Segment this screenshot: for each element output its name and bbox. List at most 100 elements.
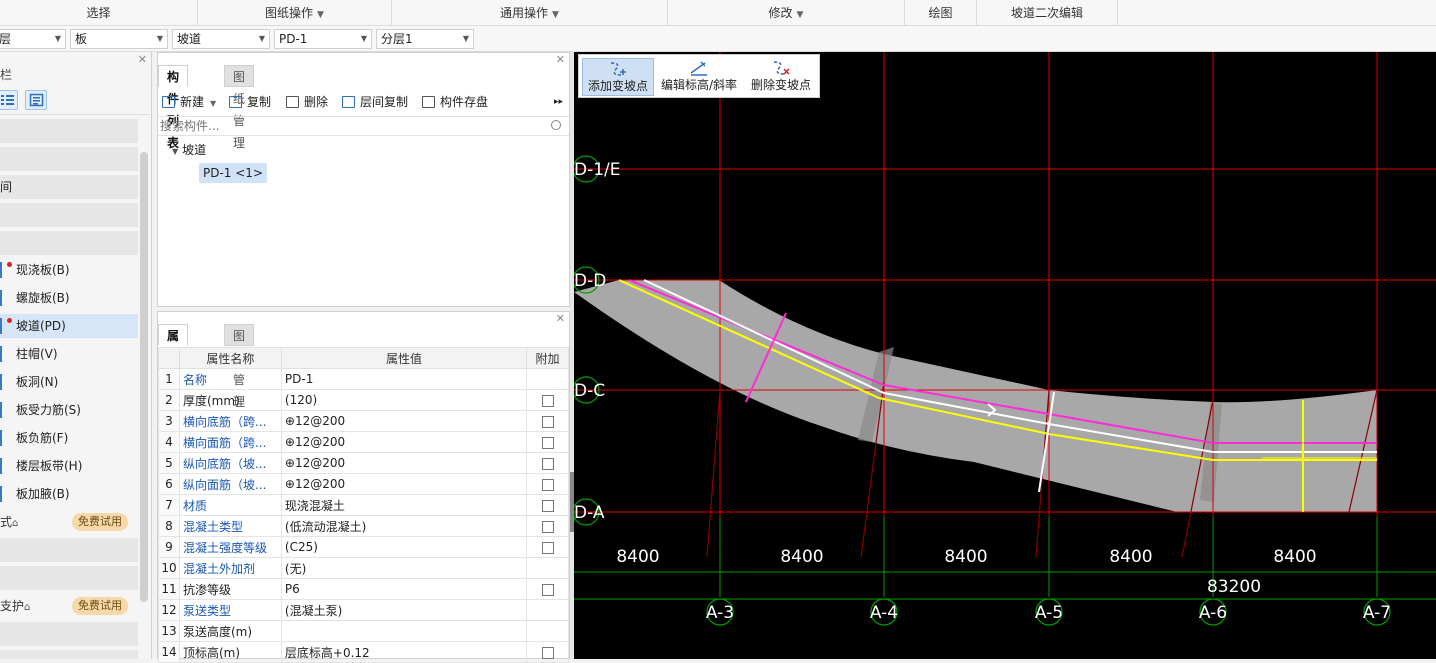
property-value[interactable]: ⊕12@200 bbox=[280, 410, 528, 432]
property-value[interactable]: P6 bbox=[280, 578, 528, 600]
table-row[interactable]: 12 泵送类型 (混凝土泵) bbox=[158, 599, 569, 621]
tree-leaf-pd1[interactable]: PD-1 <1> bbox=[199, 163, 267, 183]
edit-elevation-label: 编辑标高/斜率 bbox=[660, 78, 738, 92]
table-row[interactable]: 4 横向面筋（跨... ⊕12@200 bbox=[158, 431, 569, 453]
detail-view-button[interactable] bbox=[25, 90, 47, 110]
save-component-button[interactable]: 构件存盘 bbox=[422, 93, 488, 111]
floor-copy-button[interactable]: 层间复制 bbox=[342, 93, 408, 111]
delete-slope-point-button[interactable]: 删除变坡点 bbox=[745, 58, 817, 96]
close-icon[interactable]: ✕ bbox=[556, 53, 565, 66]
property-value[interactable]: (混凝土泵) bbox=[280, 599, 528, 621]
trial-badge[interactable]: 免费试用 bbox=[72, 597, 128, 615]
nav-group-row[interactable] bbox=[0, 566, 138, 590]
tab-drawing-management[interactable]: 图纸管理 bbox=[224, 65, 255, 150]
ribbon-group-ramp-edit[interactable]: 坡道二次编辑 bbox=[977, 0, 1118, 26]
property-value[interactable]: PD-1 bbox=[280, 368, 528, 390]
nav-item-slab-neg-rebar[interactable]: 板负筋(F) bbox=[0, 426, 138, 450]
component-select[interactable]: PD-1 ▼ bbox=[274, 29, 372, 49]
extra-checkbox[interactable] bbox=[541, 583, 554, 596]
table-row[interactable]: 13 泵送高度(m) bbox=[158, 620, 569, 642]
nav-item-floor-strip[interactable]: 楼层板带(H) bbox=[0, 454, 138, 478]
new-button[interactable]: 新建 ▼ bbox=[162, 93, 216, 111]
table-row[interactable]: 8 混凝土类型 (低流动混凝土) bbox=[158, 515, 569, 537]
nav-group-row[interactable] bbox=[0, 231, 138, 255]
nav-group-row[interactable] bbox=[0, 622, 138, 646]
ribbon-group-draw[interactable]: 绘图 bbox=[905, 0, 977, 26]
nav-trial-row-1[interactable]: 式⌂ 免费试用 bbox=[0, 510, 138, 534]
close-icon[interactable]: ✕ bbox=[138, 53, 147, 66]
property-value[interactable]: 层底标高+0.12 bbox=[280, 641, 528, 663]
ribbon-group-common-ops[interactable]: 通用操作 ▼ bbox=[392, 0, 668, 26]
floor-select[interactable]: 层 ▼ bbox=[0, 29, 66, 49]
extra-checkbox[interactable] bbox=[541, 646, 554, 659]
ribbon-group-select[interactable]: 选择 bbox=[0, 0, 198, 26]
property-value[interactable]: (无) bbox=[280, 557, 528, 579]
close-icon[interactable]: ✕ bbox=[556, 312, 565, 325]
nav-group-row[interactable] bbox=[0, 650, 138, 659]
property-value[interactable]: ⊕12@200 bbox=[280, 452, 528, 474]
property-value[interactable]: 现浇混凝土 bbox=[280, 494, 528, 516]
nav-item-slab-main-rebar[interactable]: 板受力筋(S) bbox=[0, 398, 138, 422]
drawing-canvas[interactable]: D-1/E D-D D-C D-A A-3 A-4 A-5 A-6 A-7 84… bbox=[574, 52, 1436, 659]
type-select[interactable]: 坡道 ▼ bbox=[172, 29, 270, 49]
extra-checkbox[interactable] bbox=[541, 394, 554, 407]
property-value[interactable]: (低流动混凝土) bbox=[280, 515, 528, 537]
extra-checkbox[interactable] bbox=[541, 436, 554, 449]
nav-group-row[interactable] bbox=[0, 119, 138, 143]
ribbon-group-drawing-ops[interactable]: 图纸操作 ▼ bbox=[198, 0, 392, 26]
nav-item-slab-hole[interactable]: 板洞(N) bbox=[0, 370, 138, 394]
add-slope-point-label: 添加变坡点 bbox=[587, 79, 648, 93]
copy-button[interactable]: 复制 bbox=[229, 93, 271, 111]
layer-select[interactable]: 分层1 ▼ bbox=[376, 29, 474, 49]
lock-icon: ⌂ bbox=[24, 602, 31, 613]
table-row[interactable]: 11 抗渗等级 P6 bbox=[158, 578, 569, 600]
nav-item-spiral-slab[interactable]: 螺旋板(B) bbox=[0, 286, 138, 310]
tab-property-list[interactable]: 属性列表 bbox=[158, 324, 189, 409]
nav-group-row[interactable]: 间 bbox=[0, 175, 138, 199]
extra-checkbox[interactable] bbox=[541, 541, 554, 554]
property-value[interactable]: ⊕12@200 bbox=[280, 473, 528, 495]
more-icon[interactable]: ▸▸ bbox=[554, 93, 563, 111]
ribbon-group-modify[interactable]: 修改 ▼ bbox=[668, 0, 905, 26]
property-value[interactable]: (120) bbox=[280, 389, 528, 411]
nav-trial-row-2[interactable]: 支护⌂ 免费试用 bbox=[0, 594, 138, 618]
scrollbar[interactable] bbox=[140, 152, 148, 602]
list-view-button[interactable] bbox=[0, 90, 18, 110]
table-row[interactable]: 6 纵向面筋（坡... ⊕12@200 bbox=[158, 473, 569, 495]
edit-elevation-button[interactable]: 编辑标高/斜率 bbox=[657, 58, 741, 96]
floor-copy-button-label: 层间复制 bbox=[360, 95, 409, 109]
table-row[interactable]: 3 横向底筋（跨... ⊕12@200 bbox=[158, 410, 569, 432]
canvas-drawing[interactable]: D-1/E D-D D-C D-A A-3 A-4 A-5 A-6 A-7 84… bbox=[574, 52, 1436, 659]
extra-checkbox[interactable] bbox=[541, 457, 554, 470]
table-row[interactable]: 14 顶标高(m) 层底标高+0.12 bbox=[158, 641, 569, 663]
table-row[interactable]: 5 纵向底筋（坡... ⊕12@200 bbox=[158, 452, 569, 474]
table-row[interactable]: 7 材质 现浇混凝土 bbox=[158, 494, 569, 516]
tree-root[interactable]: ▼ 坡道 bbox=[172, 141, 206, 158]
nav-item-slab-haunch[interactable]: 板加腋(B) bbox=[0, 482, 138, 506]
property-value[interactable]: ⊕12@200 bbox=[280, 431, 528, 453]
extra-checkbox[interactable] bbox=[541, 415, 554, 428]
nav-group-row[interactable] bbox=[0, 203, 138, 227]
trial-badge[interactable]: 免费试用 bbox=[72, 513, 128, 531]
extra-checkbox[interactable] bbox=[541, 499, 554, 512]
extra-checkbox[interactable] bbox=[541, 478, 554, 491]
search-icon[interactable] bbox=[551, 120, 561, 130]
tab-layer-management[interactable]: 图层管理 bbox=[224, 324, 255, 409]
category-select[interactable]: 板 ▼ bbox=[70, 29, 168, 49]
table-row[interactable]: 9 混凝土强度等级 (C25) bbox=[158, 536, 569, 558]
add-slope-point-button[interactable]: 添加变坡点 bbox=[582, 58, 654, 96]
property-value[interactable]: (C25) bbox=[280, 536, 528, 558]
search-input[interactable] bbox=[160, 118, 540, 134]
delete-button[interactable]: 删除 bbox=[286, 93, 328, 111]
extra-checkbox[interactable] bbox=[541, 520, 554, 533]
table-row[interactable]: 10 混凝土外加剂 (无) bbox=[158, 557, 569, 579]
nav-item-ramp[interactable]: 坡道(PD) bbox=[0, 314, 138, 338]
nav-group-row[interactable] bbox=[0, 538, 138, 562]
table-row[interactable]: 2 厚度(mm) (120) bbox=[158, 389, 569, 411]
nav-item-column-cap[interactable]: 柱帽(V) bbox=[0, 342, 138, 366]
nav-group-row[interactable] bbox=[0, 147, 138, 171]
property-value[interactable] bbox=[280, 620, 528, 642]
table-row[interactable]: 1 名称 PD-1 bbox=[158, 368, 569, 390]
nav-item-cast-slab[interactable]: 现浇板(B) bbox=[0, 258, 138, 282]
tab-component-list[interactable]: 构件列表 bbox=[158, 65, 189, 150]
